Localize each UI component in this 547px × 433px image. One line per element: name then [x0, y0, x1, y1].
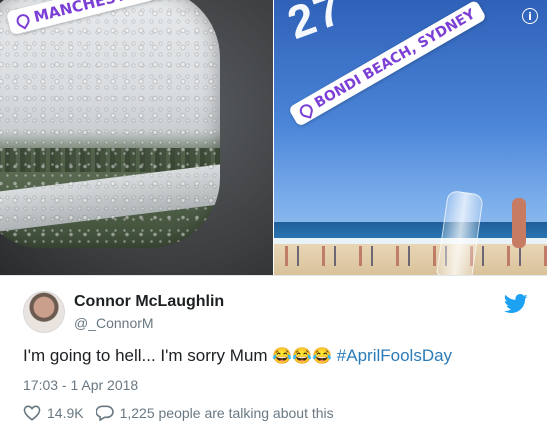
location-pin-icon — [14, 11, 32, 30]
photo-bondi-beach[interactable]: 27 BONDI BEACH, SYDNEY — [274, 0, 547, 275]
tweet-body: I'm going to hell... I'm sorry Mum — [23, 346, 273, 365]
hashtag-link[interactable]: #AprilFoolsDay — [337, 346, 452, 365]
tweet-actions: 14.9K 1,225 people are talking about thi… — [23, 405, 334, 421]
media-divider — [0, 275, 547, 276]
tweet-timestamp[interactable]: 17:03 - 1 Apr 2018 — [23, 377, 138, 393]
tweet-media[interactable]: MANCHESTER AIRPORT 13 27 BONDI BEACH, SY… — [0, 0, 547, 275]
photo-manchester-airport[interactable]: MANCHESTER AIRPORT 13 — [0, 0, 273, 275]
twitter-bird-icon[interactable] — [504, 294, 528, 314]
raindrops — [0, 0, 220, 248]
location-pin-icon — [298, 102, 315, 119]
beachgoers — [274, 246, 547, 266]
laughing-emoji: 😂😂😂 — [272, 348, 333, 365]
talking-count[interactable]: 1,225 people are talking about this — [120, 405, 334, 421]
author-name[interactable]: Connor McLaughlin — [74, 293, 224, 311]
standing-person — [512, 198, 526, 248]
avatar[interactable] — [23, 291, 65, 333]
speech-bubble-icon[interactable] — [95, 405, 114, 421]
info-icon[interactable]: i — [522, 8, 538, 24]
heart-icon[interactable] — [23, 405, 41, 421]
like-count[interactable]: 14.9K — [47, 405, 84, 421]
plane-window-frame — [0, 0, 273, 275]
tweet-text: I'm going to hell... I'm sorry Mum 😂😂😂 #… — [23, 346, 452, 366]
author-handle[interactable]: @_ConnorM — [74, 315, 154, 331]
plane-window-glass — [0, 0, 220, 248]
